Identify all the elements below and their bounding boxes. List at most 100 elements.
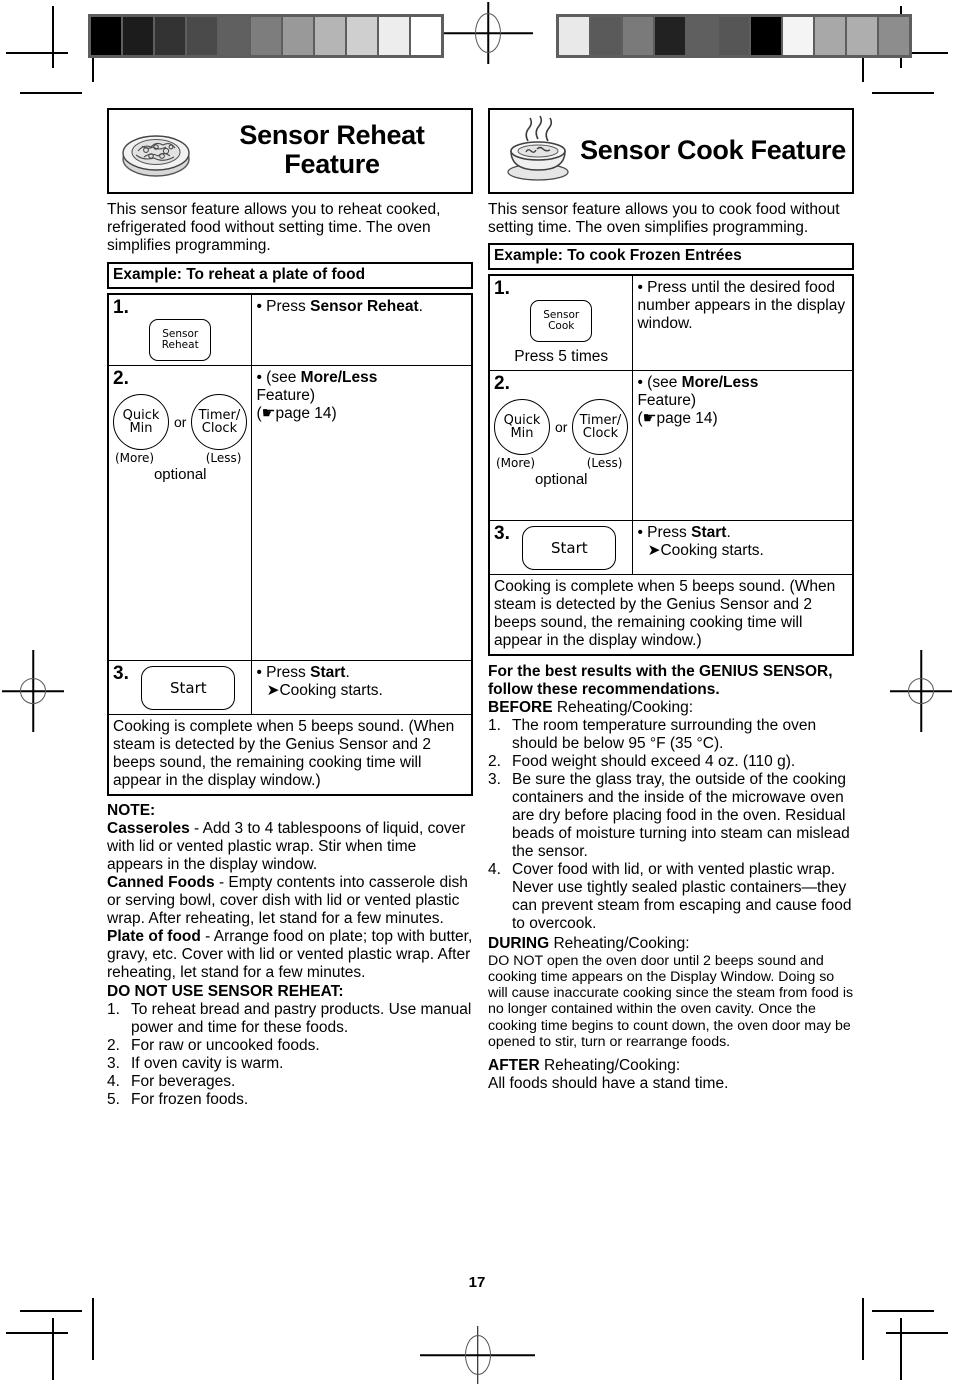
table-row: Cooking is complete when 5 beeps sound. … (107, 714, 473, 796)
item-text: Food weight should exceed 4 oz. (110 g). (512, 752, 796, 770)
note-item: Plate of food - Arrange food on plate; t… (107, 928, 473, 982)
item-number: 1. (107, 1000, 120, 1018)
feature-intro: This sensor feature allows you to cook f… (488, 201, 840, 236)
start-pad[interactable]: Start (522, 526, 617, 571)
step-2-instruction: • (see More/Less Feature) (☛page 14) (632, 370, 854, 522)
instruction-text: • Press (637, 524, 692, 542)
more-less-controls: Quick Min or Timer/ Clock (113, 394, 248, 451)
instruction-text: • Press (256, 298, 311, 316)
item-text: The room temperature surrounding the ove… (512, 716, 817, 752)
timer-clock-button[interactable]: Timer/ Clock (572, 399, 629, 456)
do-not-use-list: 1. To reheat bread and pastry products. U… (107, 1001, 473, 1109)
more-label: (More) (496, 456, 536, 471)
start-pad[interactable]: Start (141, 666, 236, 711)
instruction-suffix: . (726, 524, 731, 542)
button-label-line2: Min (510, 426, 534, 442)
step-number: 3. (113, 663, 129, 685)
more-less-sublabels: (More) (Less) (113, 450, 247, 465)
after-section: AFTER Reheating/Cooking: All foods shoul… (488, 1057, 854, 1093)
pad-label-line2: Cook (548, 320, 575, 333)
instruction-bold: More/Less (681, 374, 759, 392)
item-text: For raw or uncooked foods. (131, 1036, 320, 1054)
step-3-control-cell: 3. Start (488, 520, 634, 576)
button-label-line1: Timer/ (579, 412, 622, 428)
instruction-line2: ➤Cooking starts. (266, 682, 383, 700)
instruction-text: • (see (637, 374, 682, 392)
note-item: Canned Foods - Empty contents into casse… (107, 874, 473, 928)
item-number: 2. (488, 752, 501, 770)
list-item: 5. For frozen foods. (107, 1091, 473, 1109)
instruction-bold: Sensor Reheat (310, 298, 419, 316)
step-2-control-cell: 2. Quick Min or Timer/ Clock (More) (Les… (488, 370, 634, 522)
note-term: Canned Foods (107, 874, 215, 892)
instruction-page-ref: (☛page 14) (256, 405, 337, 423)
note-section: NOTE: Casseroles - Add 3 to 4 tablespoon… (107, 802, 473, 1109)
during-suffix: Reheating/Cooking: (549, 935, 690, 953)
item-number: 3. (107, 1054, 120, 1072)
table-row: 1. Sensor Cook Press 5 times • Press unt… (488, 274, 854, 372)
cook-steps-table: 1. Sensor Cook Press 5 times • Press unt… (488, 274, 854, 656)
during-text: DO NOT open the oven door until 2 beeps … (488, 952, 854, 1050)
before-label: BEFORE (488, 698, 553, 716)
pad-label-line1: Start (169, 679, 207, 698)
list-item: 2. For raw or uncooked foods. (107, 1037, 473, 1055)
less-label: (Less) (586, 456, 623, 471)
table-row: Cooking is complete when 5 beeps sound. … (488, 574, 854, 656)
list-item: 2. Food weight should exceed 4 oz. (110 g… (488, 753, 854, 771)
step-number: 2. (494, 373, 510, 395)
manual-page: Sensor Reheat Feature This sensor featur… (0, 0, 954, 1386)
do-not-use-label: DO NOT USE SENSOR REHEAT: (107, 982, 344, 1000)
after-text: All foods should have a stand time. (488, 1075, 729, 1093)
example-label: Example: To reheat a plate of food (107, 262, 473, 290)
reheat-footer-note: Cooking is complete when 5 beeps sound. … (107, 714, 473, 796)
note-term: Plate of food (107, 928, 201, 946)
page-number: 17 (468, 1274, 486, 1291)
quick-min-button[interactable]: Quick Min (494, 399, 550, 456)
feature-intro: This sensor feature allows you to reheat… (107, 201, 441, 255)
before-suffix: Reheating/Cooking: (552, 698, 694, 716)
instruction-text: • Press (256, 664, 311, 682)
or-label: or (555, 419, 568, 436)
instruction-line2: Feature) (256, 387, 316, 405)
sensor-cook-header: Sensor Cook Feature (488, 108, 854, 194)
instruction-suffix: . (418, 298, 423, 316)
instruction-line2: Feature) (637, 392, 697, 410)
optional-label: optional (534, 471, 588, 489)
instruction-bold: More/Less (300, 369, 378, 387)
or-label: or (174, 414, 187, 431)
steaming-bowl-icon (496, 115, 580, 185)
press-times-label: Press 5 times (514, 348, 609, 366)
item-number: 5. (107, 1090, 120, 1108)
step-3-instruction: • Press Start. ➤Cooking starts. (251, 660, 473, 716)
best-results-heading: For the best results with the GENIUS SEN… (488, 663, 833, 698)
list-item: 3. If oven cavity is warm. (107, 1055, 473, 1073)
step-3-instruction: • Press Start. ➤Cooking starts. (632, 520, 854, 576)
item-text: Be sure the glass tray, the outside of t… (512, 770, 850, 860)
list-item: 1. The room temperature surrounding the o… (488, 717, 854, 753)
step-number: 1. (494, 278, 510, 300)
instruction-bold: Start (691, 524, 727, 542)
instruction-line2: ➤Cooking starts. (647, 542, 764, 560)
step-number: 3. (494, 523, 510, 545)
item-text: For beverages. (131, 1072, 236, 1090)
step-1-instruction: • Press until the desired food number ap… (632, 274, 854, 372)
timer-clock-button[interactable]: Timer/ Clock (191, 394, 248, 451)
sensor-cook-pad[interactable]: Sensor Cook (494, 300, 628, 343)
step-number: 2. (113, 368, 129, 390)
more-label: (More) (115, 451, 155, 466)
list-item: 4. For beverages. (107, 1073, 473, 1091)
item-text: To reheat bread and pastry products. Use… (131, 1000, 472, 1036)
button-label-line2: Clock (201, 421, 238, 437)
optional-label: optional (153, 466, 207, 484)
table-row: 3. Start • Press Start. ➤Cooking starts. (488, 520, 854, 576)
quick-min-button[interactable]: Quick Min (113, 394, 169, 451)
item-number: 2. (107, 1036, 120, 1054)
sensor-reheat-pad[interactable]: Sensor Reheat (113, 319, 247, 362)
after-suffix: Reheating/Cooking: (539, 1057, 681, 1075)
before-section: BEFORE Reheating/Cooking: 1. The room tem… (488, 699, 854, 934)
column-sensor-reheat: Sensor Reheat Feature This sensor featur… (107, 108, 473, 1109)
less-label: (Less) (205, 451, 242, 466)
feature-title: Sensor Reheat Feature (239, 120, 425, 179)
table-row: 2. Quick Min or Timer/ Clock (More) (Les… (488, 370, 854, 522)
sensor-reheat-header: Sensor Reheat Feature (107, 108, 473, 194)
